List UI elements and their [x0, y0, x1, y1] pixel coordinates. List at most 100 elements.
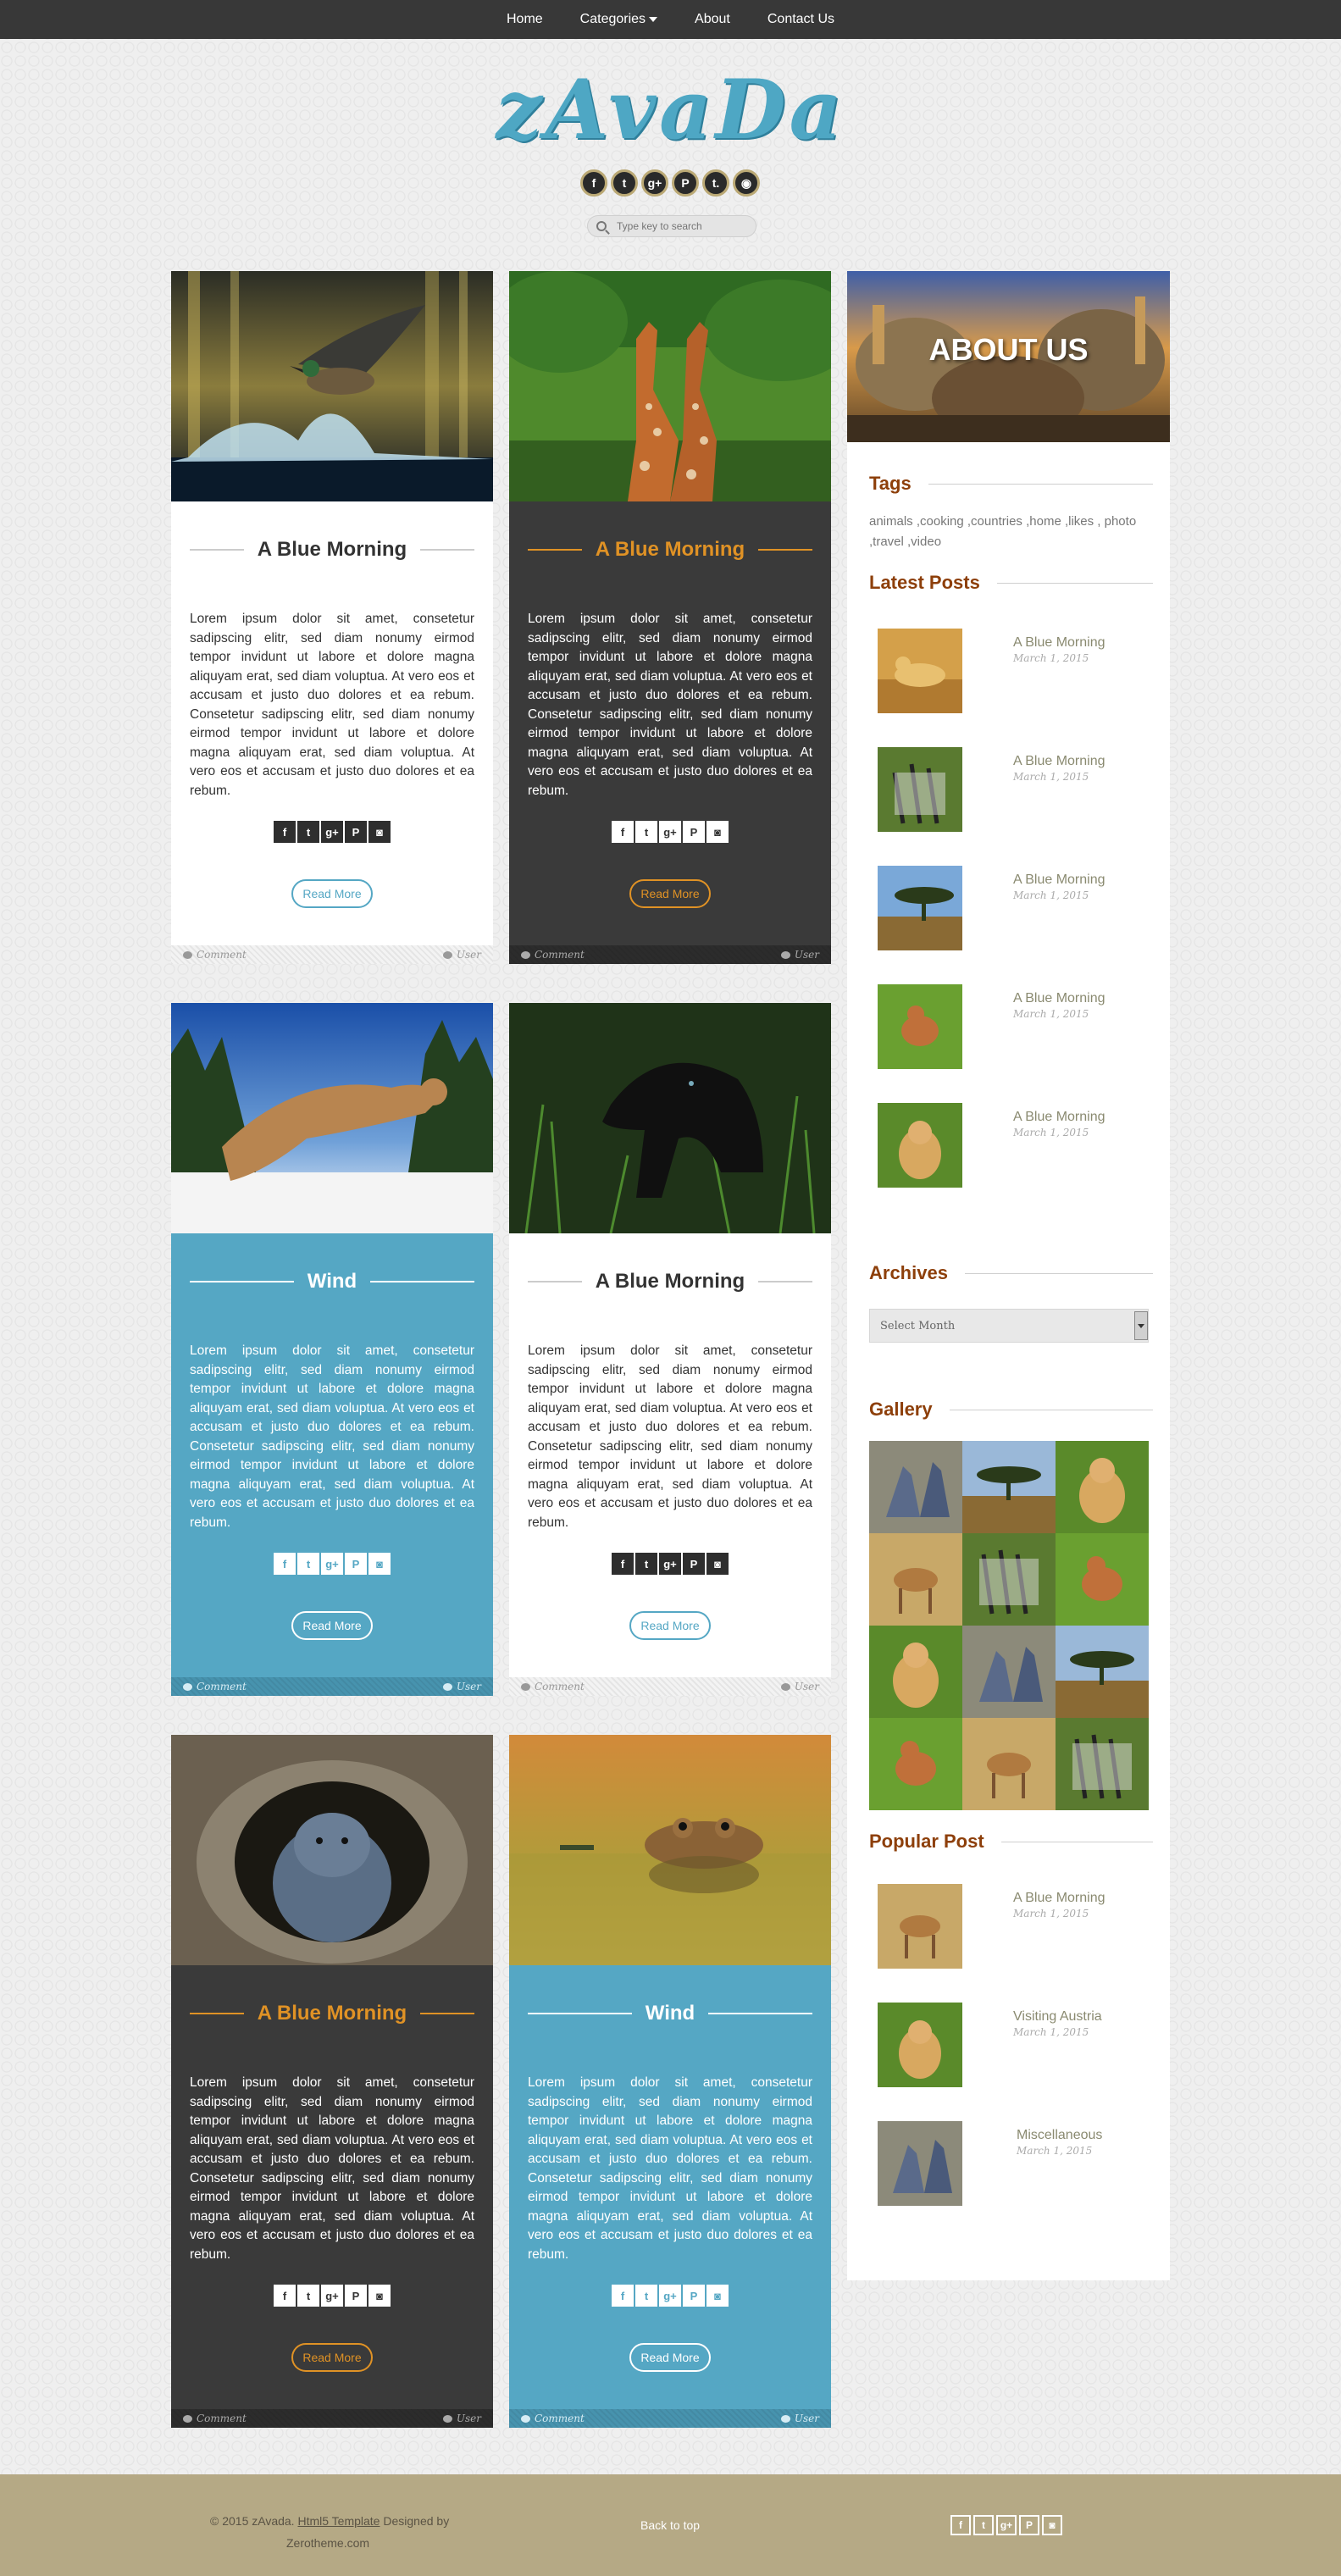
comment-link[interactable]: Comment — [183, 2413, 247, 2424]
post-thumbnail-monkey[interactable] — [878, 1103, 962, 1188]
facebook-icon[interactable]: f — [612, 1553, 634, 1575]
gallery-image-monkey[interactable] — [869, 1626, 962, 1718]
post-thumbnail-zebra[interactable] — [878, 747, 962, 832]
instagram-icon[interactable]: ◙ — [1042, 2515, 1062, 2535]
twitter-icon[interactable]: t — [297, 2285, 319, 2307]
search-input[interactable] — [617, 220, 752, 232]
instagram-icon[interactable]: ◙ — [707, 1553, 729, 1575]
gallery-image-cranes[interactable] — [869, 1441, 962, 1533]
post-thumbnail-savanna[interactable] — [878, 866, 962, 950]
nav-contact[interactable]: Contact Us — [767, 12, 834, 27]
google-plus-icon[interactable]: g+ — [659, 821, 681, 843]
twitter-icon[interactable]: t — [611, 169, 638, 197]
post-title[interactable]: Wind — [632, 2002, 708, 2025]
post-image-duck[interactable] — [171, 271, 493, 501]
instagram-icon[interactable]: ◙ — [707, 821, 729, 843]
popular-post-item[interactable]: Miscellaneous March 1, 2015 — [878, 2121, 1149, 2206]
read-more-button[interactable]: Read More — [291, 2343, 373, 2372]
read-more-button[interactable]: Read More — [291, 879, 373, 908]
post-image-groundhog[interactable] — [171, 1735, 493, 1965]
comment-link[interactable]: Comment — [521, 2413, 585, 2424]
twitter-icon[interactable]: t — [297, 1553, 319, 1575]
twitter-icon[interactable]: t — [635, 1553, 657, 1575]
google-plus-icon[interactable]: g+ — [321, 1553, 343, 1575]
user-link[interactable]: User — [442, 2413, 481, 2424]
facebook-icon[interactable]: f — [580, 169, 607, 197]
facebook-icon[interactable]: f — [612, 821, 634, 843]
user-link[interactable]: User — [442, 949, 481, 961]
latest-post-item[interactable]: A Blue Morning March 1, 2015 — [878, 984, 1149, 1069]
chevron-down-icon[interactable] — [1134, 1311, 1148, 1340]
comment-link[interactable]: Comment — [183, 949, 247, 961]
user-link[interactable]: User — [780, 1681, 819, 1692]
latest-post-title[interactable]: A Blue Morning — [1013, 1110, 1105, 1125]
gallery-image-zebra[interactable] — [962, 1533, 1056, 1626]
instagram-icon[interactable]: ◙ — [368, 1553, 391, 1575]
facebook-icon[interactable]: f — [612, 2285, 634, 2307]
back-to-top-link[interactable]: Back to top — [640, 2518, 700, 2532]
pinterest-icon[interactable]: P — [683, 821, 705, 843]
instagram-icon[interactable]: ◙ — [368, 821, 391, 843]
facebook-icon[interactable]: f — [950, 2515, 971, 2535]
instagram-icon[interactable]: ◙ — [368, 2285, 391, 2307]
tag-list[interactable]: animals ,cooking ,countries ,home ,likes… — [869, 512, 1140, 552]
latest-post-item[interactable]: A Blue Morning March 1, 2015 — [878, 866, 1149, 950]
pinterest-icon[interactable]: P — [683, 1553, 705, 1575]
popular-post-item[interactable]: A Blue Morning March 1, 2015 — [878, 1884, 1149, 1969]
popular-post-title[interactable]: Visiting Austria — [1013, 2009, 1102, 2025]
user-link[interactable]: User — [442, 1681, 481, 1692]
latest-post-item[interactable]: A Blue Morning March 1, 2015 — [878, 629, 1149, 713]
post-title[interactable]: A Blue Morning — [244, 538, 420, 562]
twitter-icon[interactable]: t — [973, 2515, 994, 2535]
post-title[interactable]: A Blue Morning — [244, 2002, 420, 2025]
pinterest-icon[interactable]: P — [345, 2285, 367, 2307]
google-plus-icon[interactable]: g+ — [996, 2515, 1017, 2535]
gallery-image-zebra[interactable] — [1056, 1718, 1149, 1810]
read-more-button[interactable]: Read More — [629, 879, 711, 908]
twitter-icon[interactable]: t — [297, 821, 319, 843]
nav-home[interactable]: Home — [507, 12, 543, 27]
nav-about[interactable]: About — [695, 12, 730, 27]
gallery-image-gazelle[interactable] — [962, 1718, 1056, 1810]
user-link[interactable]: User — [780, 949, 819, 961]
pinterest-icon[interactable]: P — [683, 2285, 705, 2307]
comment-link[interactable]: Comment — [521, 949, 585, 961]
latest-post-title[interactable]: A Blue Morning — [1013, 991, 1105, 1006]
post-image-frog[interactable] — [509, 1735, 831, 1965]
gallery-image-savanna[interactable] — [1056, 1626, 1149, 1718]
template-link[interactable]: Html5 Template — [297, 2514, 380, 2528]
tumblr-icon[interactable]: t. — [702, 169, 729, 197]
rss-icon[interactable]: ◉ — [733, 169, 760, 197]
latest-post-item[interactable]: A Blue Morning March 1, 2015 — [878, 747, 1149, 832]
latest-post-title[interactable]: A Blue Morning — [1013, 635, 1105, 651]
gallery-image-fawn[interactable] — [869, 1718, 962, 1810]
archives-select[interactable]: Select Month — [869, 1309, 1149, 1343]
google-plus-icon[interactable]: g+ — [641, 169, 668, 197]
read-more-button[interactable]: Read More — [629, 1611, 711, 1640]
site-logo[interactable]: zAvaDa — [0, 68, 1341, 152]
read-more-button[interactable]: Read More — [291, 1611, 373, 1640]
twitter-icon[interactable]: t — [635, 2285, 657, 2307]
twitter-icon[interactable]: t — [635, 821, 657, 843]
latest-post-title[interactable]: A Blue Morning — [1013, 873, 1105, 888]
comment-link[interactable]: Comment — [521, 1681, 585, 1692]
facebook-icon[interactable]: f — [274, 821, 296, 843]
pinterest-icon[interactable]: P — [345, 1553, 367, 1575]
post-thumbnail-gazelle[interactable] — [878, 1884, 962, 1969]
facebook-icon[interactable]: f — [274, 2285, 296, 2307]
post-thumbnail-fawn[interactable] — [878, 984, 962, 1069]
post-image-giraffes[interactable] — [509, 271, 831, 501]
google-plus-icon[interactable]: g+ — [659, 2285, 681, 2307]
gallery-image-fawn[interactable] — [1056, 1533, 1149, 1626]
user-link[interactable]: User — [780, 2413, 819, 2424]
search-icon[interactable] — [596, 221, 607, 231]
post-title[interactable]: Wind — [294, 1270, 370, 1294]
gallery-image-cranes[interactable] — [962, 1626, 1056, 1718]
post-title[interactable]: A Blue Morning — [582, 1270, 758, 1294]
about-banner[interactable]: ABOUT US — [847, 271, 1170, 442]
google-plus-icon[interactable]: g+ — [321, 821, 343, 843]
gallery-image-gazelle[interactable] — [869, 1533, 962, 1626]
popular-post-title[interactable]: Miscellaneous — [1017, 2128, 1102, 2143]
post-thumbnail-monkey[interactable] — [878, 2003, 962, 2087]
post-image-panther[interactable] — [509, 1003, 831, 1233]
